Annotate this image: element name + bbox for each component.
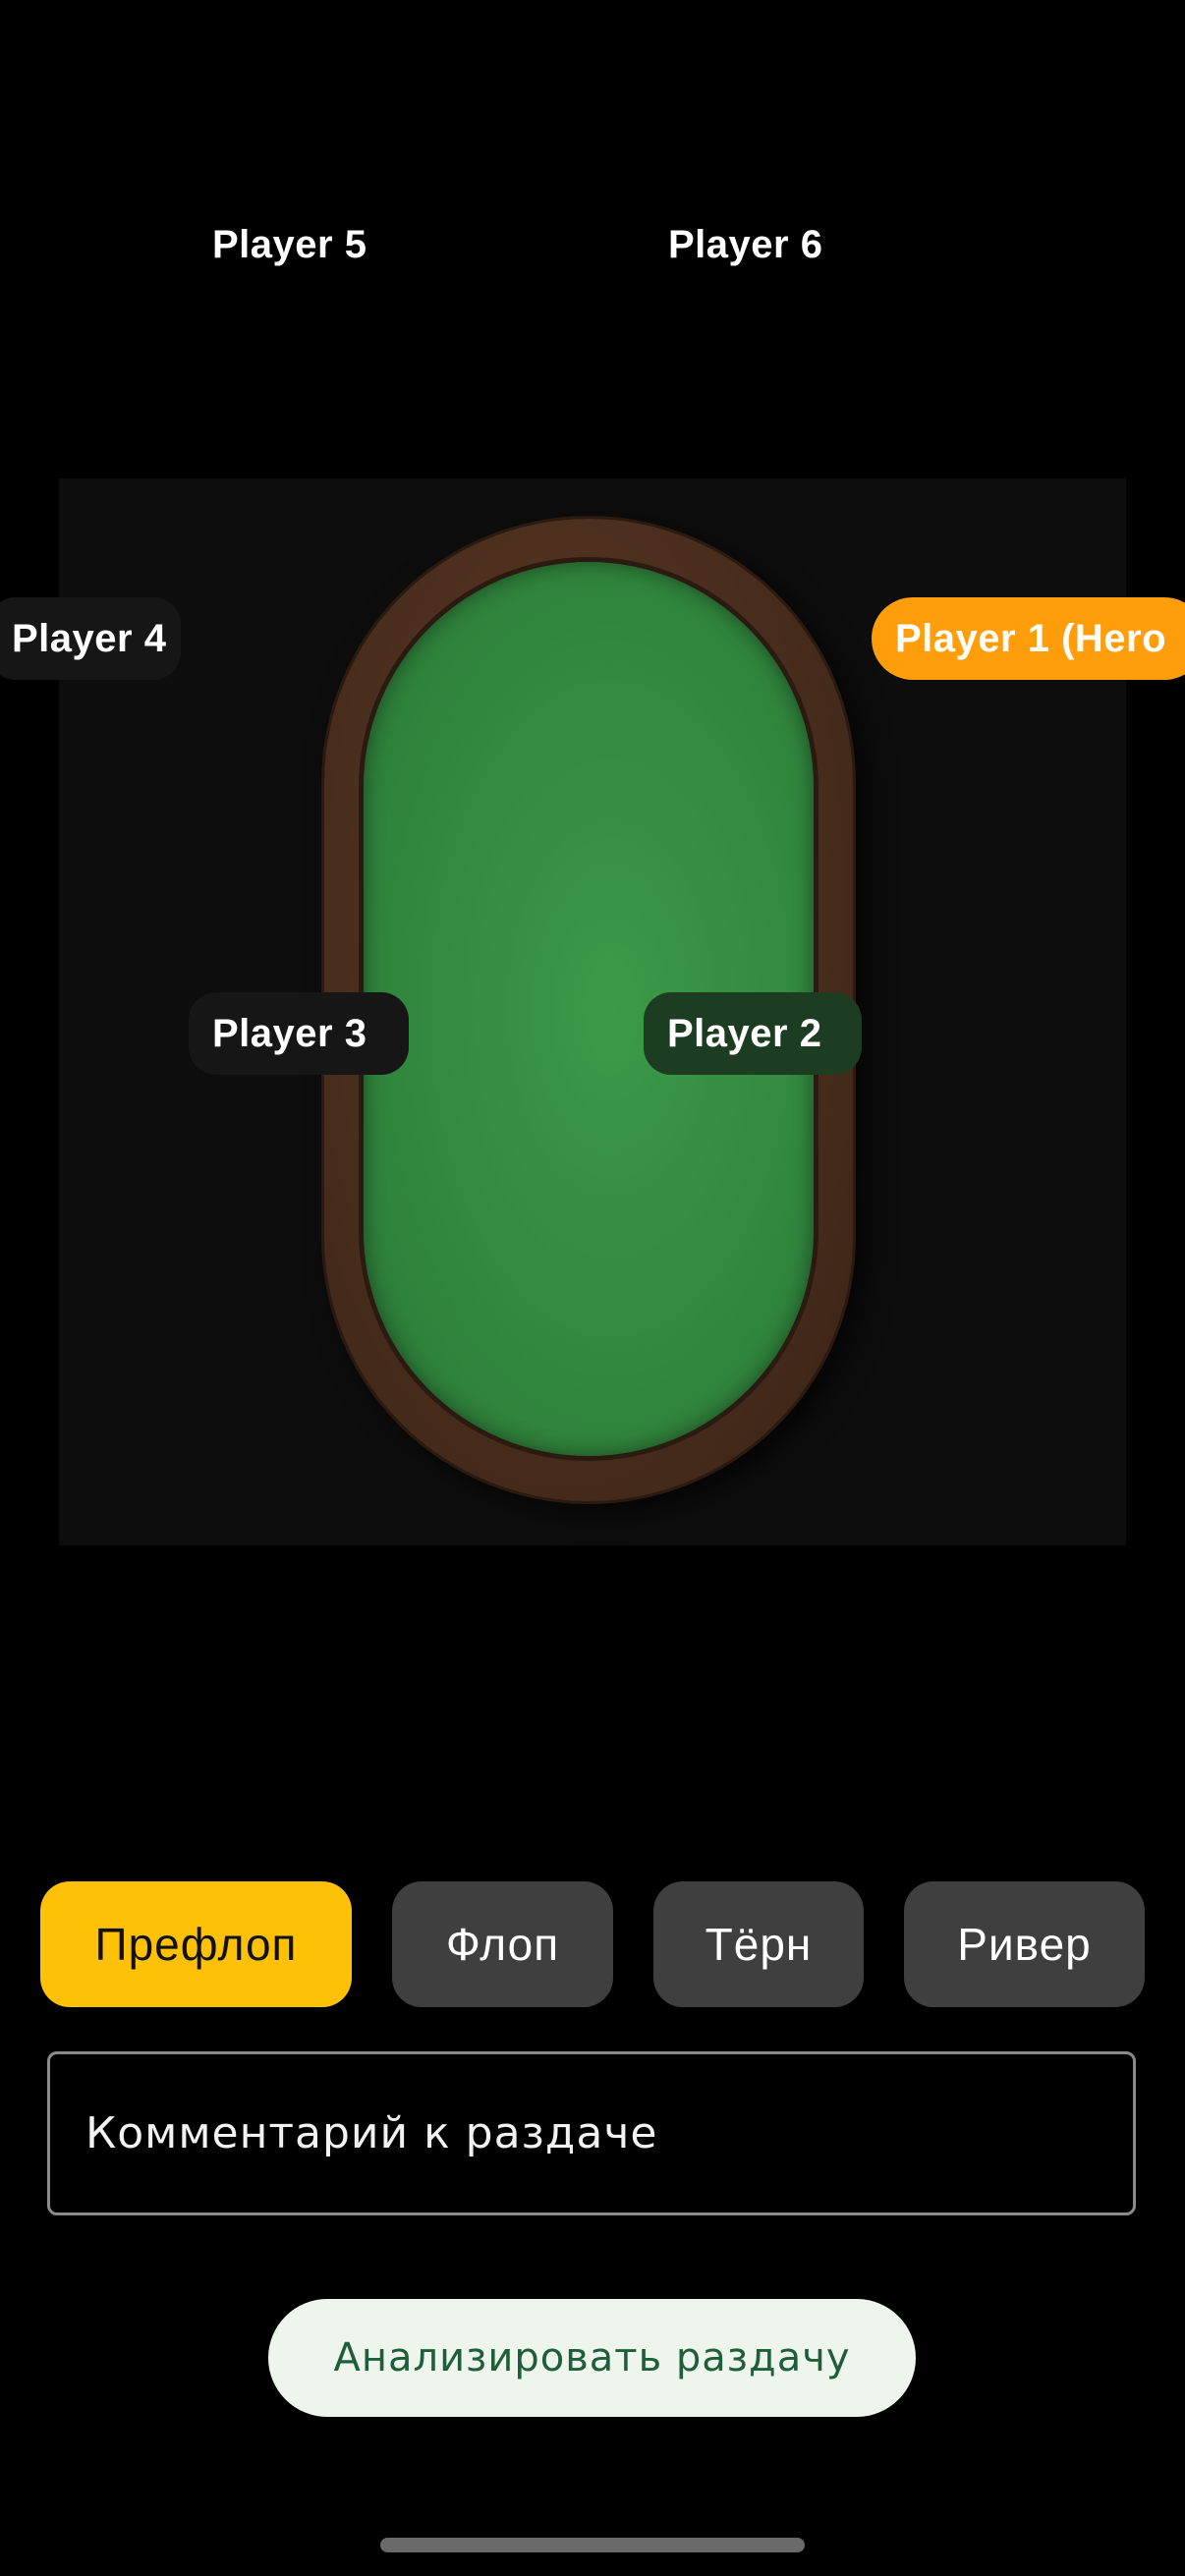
seat-player-2[interactable]: Player 2 (644, 992, 862, 1075)
seat-player-6-label[interactable]: Player 6 (668, 221, 822, 268)
seat-player-3[interactable]: Player 3 (189, 992, 409, 1075)
street-tab-preflop[interactable]: Префлоп (40, 1881, 352, 2007)
street-tab-river[interactable]: Ривер (904, 1881, 1145, 2007)
hand-comment-input[interactable] (47, 2051, 1136, 2215)
seat-player-5-label[interactable]: Player 5 (212, 221, 367, 268)
street-tab-flop[interactable]: Флоп (392, 1881, 613, 2007)
seat-player-1-hero[interactable]: Player 1 (Hero (872, 597, 1185, 680)
analyze-hand-button[interactable]: Анализировать раздачу (268, 2299, 916, 2417)
street-tab-turn[interactable]: Тёрн (653, 1881, 864, 2007)
seat-player-4[interactable]: Player 4 (0, 597, 181, 680)
home-indicator[interactable] (380, 2538, 805, 2552)
